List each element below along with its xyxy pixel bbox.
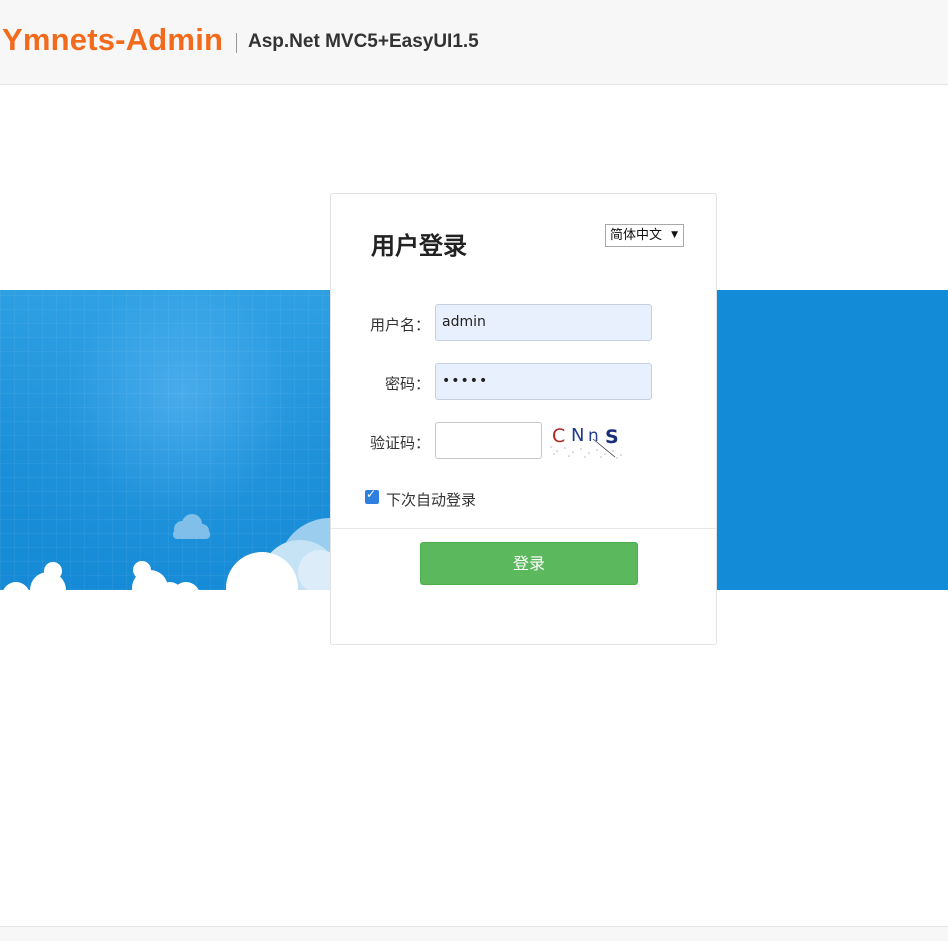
captcha-char: N <box>571 425 584 446</box>
brand-subtitle: Asp.Net MVC5+EasyUI1.5 <box>248 31 479 52</box>
captcha-input[interactable] <box>435 422 542 459</box>
password-label: 密码： <box>384 375 430 393</box>
captcha-char: n <box>588 426 599 446</box>
chevron-down-icon: ▼ <box>671 230 678 240</box>
username-label: 用户名： <box>369 316 430 334</box>
login-title: 用户登录 <box>371 232 467 260</box>
panel-divider <box>331 528 716 529</box>
header-divider <box>236 33 237 53</box>
captcha-image[interactable]: C N n S <box>545 421 627 459</box>
remember-label: 下次自动登录 <box>386 491 477 509</box>
brand-logo-text: Ymnets-Admin <box>2 22 224 57</box>
language-select-value: 简体中文 <box>610 228 663 243</box>
cloud-bottom-icon <box>3 561 199 590</box>
language-select[interactable]: 简体中文 ▼ <box>605 224 684 247</box>
password-input[interactable]: ••••• <box>435 363 652 400</box>
remember-checkbox[interactable]: ✓ <box>365 487 379 504</box>
top-header: Ymnets-Admin Asp.Net MVC5+EasyUI1.5 <box>0 0 948 85</box>
cloud-small-icon <box>173 514 210 539</box>
captcha-char: C <box>552 425 565 447</box>
footer-bar <box>0 926 948 941</box>
login-button[interactable]: 登录 <box>420 542 638 585</box>
captcha-label: 验证码： <box>369 434 430 452</box>
username-input[interactable]: admin <box>435 304 652 341</box>
checkmark-icon: ✓ <box>366 487 377 501</box>
captcha-char: S <box>605 426 619 448</box>
